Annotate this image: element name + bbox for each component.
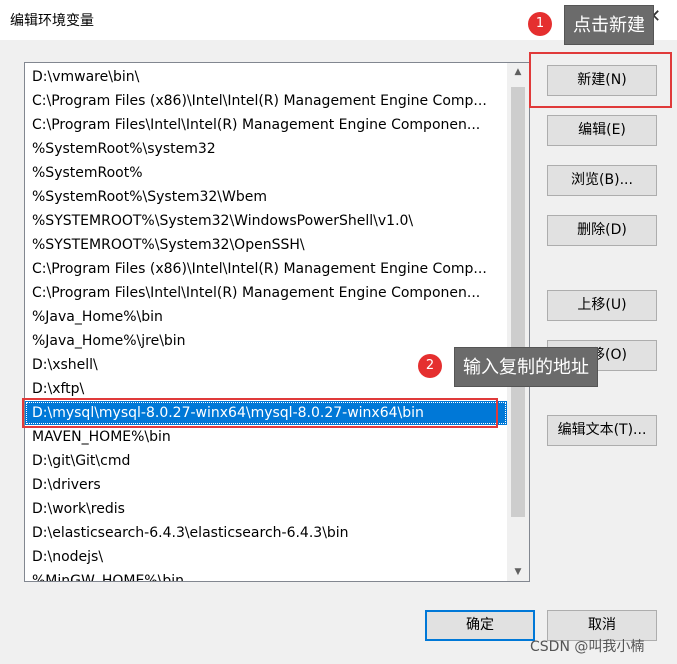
- list-item[interactable]: C:\Program Files (x86)\Intel\Intel(R) Ma…: [25, 89, 507, 113]
- selected-path-highlight: [22, 398, 498, 428]
- step-2-badge: 2: [418, 354, 442, 378]
- list-item[interactable]: D:\git\Git\cmd: [25, 449, 507, 473]
- list-item[interactable]: %Java_Home%\jre\bin: [25, 329, 507, 353]
- step-1-badge: 1: [528, 12, 552, 36]
- browse-button[interactable]: 浏览(B)...: [547, 165, 657, 196]
- delete-button[interactable]: 删除(D): [547, 215, 657, 246]
- list-item[interactable]: %Java_Home%\bin: [25, 305, 507, 329]
- edit-text-button[interactable]: 编辑文本(T)...: [547, 415, 657, 446]
- scroll-up-arrow-icon[interactable]: ▲: [507, 63, 529, 81]
- step-1-callout: 点击新建: [564, 5, 654, 45]
- path-list: D:\vmware\bin\ C:\Program Files (x86)\In…: [25, 65, 507, 581]
- list-item[interactable]: %SystemRoot%\System32\Wbem: [25, 185, 507, 209]
- vertical-scrollbar[interactable]: ▲ ▼: [507, 63, 529, 581]
- list-item[interactable]: D:\drivers: [25, 473, 507, 497]
- new-button-highlight: [529, 52, 672, 108]
- list-item[interactable]: %SYSTEMROOT%\System32\WindowsPowerShell\…: [25, 209, 507, 233]
- list-item[interactable]: D:\work\redis: [25, 497, 507, 521]
- list-item[interactable]: MAVEN_HOME%\bin: [25, 425, 507, 449]
- dialog-title: 编辑环境变量: [10, 13, 94, 29]
- scroll-down-arrow-icon[interactable]: ▼: [507, 563, 529, 581]
- list-item[interactable]: %SystemRoot%\system32: [25, 137, 507, 161]
- edit-button[interactable]: 编辑(E): [547, 115, 657, 146]
- list-item[interactable]: %SystemRoot%: [25, 161, 507, 185]
- list-item[interactable]: %MinGW_HOME%\bin: [25, 569, 507, 581]
- scrollbar-thumb[interactable]: [511, 87, 525, 517]
- list-item[interactable]: %SYSTEMROOT%\System32\OpenSSH\: [25, 233, 507, 257]
- list-item[interactable]: D:\nodejs\: [25, 545, 507, 569]
- list-item[interactable]: C:\Program Files\Intel\Intel(R) Manageme…: [25, 281, 507, 305]
- list-item[interactable]: D:\vmware\bin\: [25, 65, 507, 89]
- watermark: CSDN @叫我小楠: [530, 639, 645, 655]
- list-item[interactable]: D:\elasticsearch-6.4.3\elasticsearch-6.4…: [25, 521, 507, 545]
- ok-button[interactable]: 确定: [425, 610, 535, 641]
- move-up-button[interactable]: 上移(U): [547, 290, 657, 321]
- step-2-callout: 输入复制的地址: [454, 347, 598, 387]
- list-item[interactable]: C:\Program Files\Intel\Intel(R) Manageme…: [25, 113, 507, 137]
- path-listbox[interactable]: D:\vmware\bin\ C:\Program Files (x86)\In…: [24, 62, 530, 582]
- list-item[interactable]: C:\Program Files (x86)\Intel\Intel(R) Ma…: [25, 257, 507, 281]
